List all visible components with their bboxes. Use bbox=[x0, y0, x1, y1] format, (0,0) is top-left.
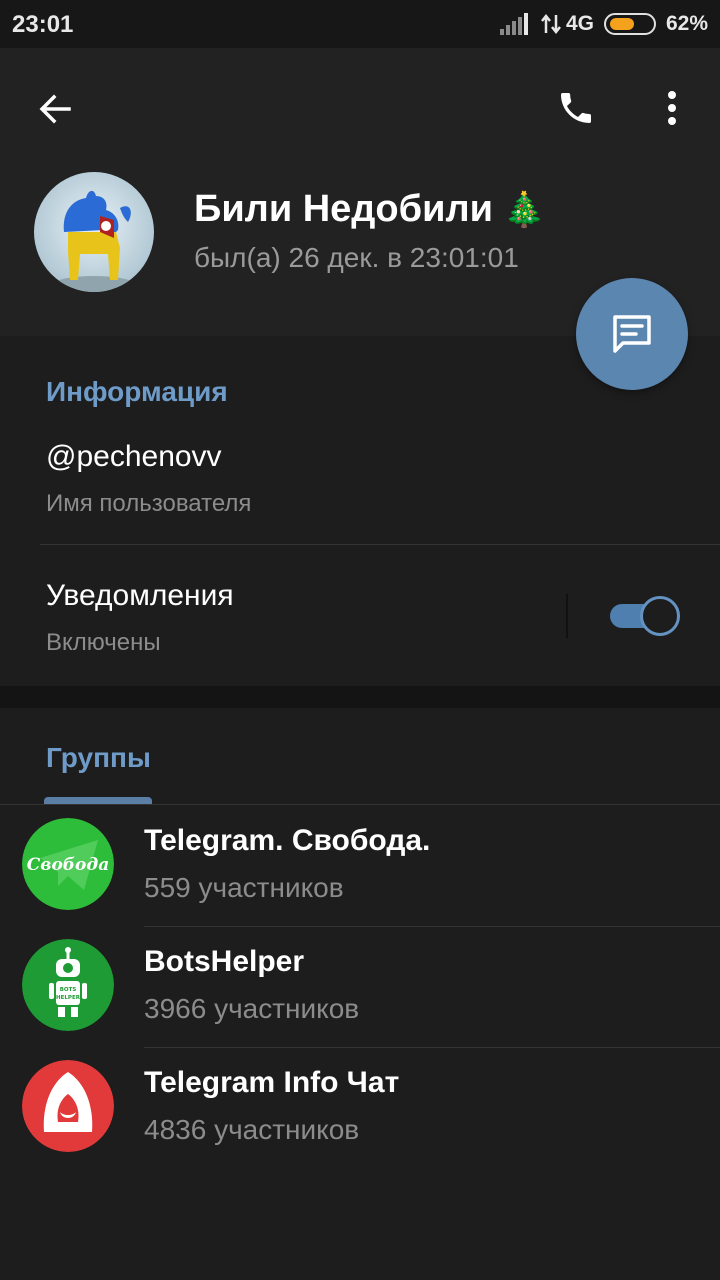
network-indicator: 4G bbox=[540, 12, 594, 36]
robot-logo-icon: BOTS HELPER bbox=[22, 939, 114, 1031]
more-options-button[interactable] bbox=[646, 78, 698, 138]
profile-name-text: Били Недобили bbox=[194, 188, 493, 230]
group-item-telegram-svoboda[interactable]: Свобода Telegram. Свобода. 559 участнико… bbox=[0, 806, 720, 926]
svg-text:Свобода: Свобода bbox=[27, 855, 110, 875]
network-type: 4G bbox=[565, 12, 594, 35]
username-label: Имя пользователя bbox=[46, 490, 252, 517]
username-value: @pechenovv bbox=[46, 440, 222, 473]
group-item-telegram-info-chat[interactable]: Telegram Info Чат 4836 участников bbox=[0, 1048, 720, 1168]
send-message-button[interactable] bbox=[576, 278, 688, 390]
call-button[interactable] bbox=[546, 78, 606, 138]
back-button[interactable] bbox=[26, 80, 84, 138]
svg-text:BOTS: BOTS bbox=[60, 987, 77, 993]
group-avatar: Свобода bbox=[22, 818, 114, 910]
arrow-left-icon bbox=[39, 94, 71, 124]
status-bar: 23:01 4G 62% bbox=[0, 0, 720, 48]
message-icon bbox=[613, 315, 651, 353]
groups-section: Группы Свобода Telegram. Свобода. 559 уч… bbox=[0, 708, 720, 1280]
dog-avatar-image bbox=[34, 172, 154, 292]
group-name: Telegram Info Чат bbox=[144, 1066, 400, 1099]
battery-fill bbox=[609, 18, 634, 30]
group-item-botshelper[interactable]: BOTS HELPER BotsHelper 3966 участников bbox=[0, 927, 720, 1047]
group-avatar: BOTS HELPER bbox=[22, 939, 114, 1031]
info-section: Информация @pechenovv Имя пользователя У… bbox=[0, 338, 720, 686]
christmas-tree-icon: 🎄 bbox=[502, 190, 546, 229]
signal-icon bbox=[499, 13, 530, 35]
section-title-info: Информация bbox=[46, 376, 228, 407]
group-member-count: 3966 участников bbox=[144, 993, 360, 1024]
last-seen-status: был(а) 26 дек. в 23:01:01 bbox=[194, 242, 519, 273]
group-member-count: 4836 участников bbox=[144, 1114, 360, 1145]
group-name: BotsHelper bbox=[144, 945, 305, 978]
notifications-state: Включены bbox=[46, 629, 161, 656]
battery-icon bbox=[603, 13, 656, 35]
toggle-knob bbox=[640, 596, 680, 636]
battery-percent: 62% bbox=[665, 12, 708, 35]
group-member-count: 559 участников bbox=[144, 872, 344, 903]
hooded-figure-logo-icon bbox=[22, 1060, 114, 1152]
status-indicators: 4G 62% bbox=[499, 10, 708, 38]
more-vertical-icon bbox=[668, 91, 676, 125]
group-avatar bbox=[22, 1060, 114, 1152]
section-title-groups: Группы bbox=[46, 742, 151, 773]
section-gap bbox=[0, 686, 720, 708]
divider bbox=[0, 804, 720, 805]
username-row[interactable]: @pechenovv Имя пользователя bbox=[0, 424, 720, 544]
notifications-toggle[interactable] bbox=[610, 596, 680, 636]
profile-avatar[interactable] bbox=[34, 172, 154, 292]
svg-text:HELPER: HELPER bbox=[56, 995, 81, 1001]
svoboda-logo-icon: Свобода bbox=[22, 818, 114, 910]
phone-icon bbox=[561, 93, 591, 123]
profile-name: Били Недобили 🎄 bbox=[194, 188, 545, 231]
status-time: 23:01 bbox=[12, 11, 74, 38]
data-transfer-icon bbox=[540, 13, 561, 35]
notifications-label: Уведомления bbox=[46, 579, 234, 612]
row-separator bbox=[566, 594, 568, 638]
group-name: Telegram. Свобода. bbox=[144, 824, 431, 857]
